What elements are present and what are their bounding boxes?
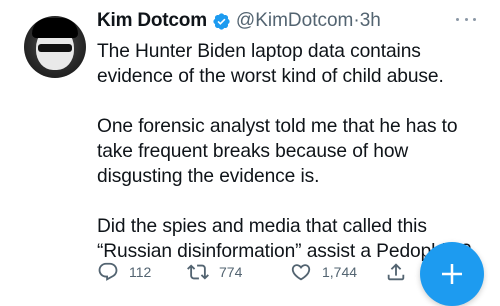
share-icon <box>387 263 405 281</box>
like-icon <box>291 264 311 281</box>
like-button[interactable]: 1,744 <box>290 259 357 285</box>
author-name[interactable]: Kim Dotcom <box>97 10 207 32</box>
avatar-glasses <box>38 44 72 52</box>
verified-badge-icon <box>213 12 230 30</box>
avatar-beanie <box>32 18 78 38</box>
compose-plus-icon <box>442 264 462 284</box>
like-count: 1,744 <box>322 264 358 280</box>
author-handle[interactable]: @KimDotcom·3h <box>236 10 381 32</box>
compose-button[interactable] <box>420 242 484 306</box>
more-dot <box>456 17 459 21</box>
reply-count: 112 <box>129 264 152 280</box>
more-dot <box>464 17 468 21</box>
retweet-button[interactable]: 774 <box>187 259 242 285</box>
author-handle-text: @KimDotcom <box>235 10 354 31</box>
more-dot <box>473 17 476 21</box>
tweet-header: Kim Dotcom @KimDotcom·3h <box>97 9 381 33</box>
avatar[interactable] <box>24 16 86 78</box>
more-icon[interactable] <box>456 10 476 28</box>
reply-button[interactable]: 112 <box>97 259 151 285</box>
retweet-icon <box>187 264 209 280</box>
tweet-time[interactable]: 3h <box>360 10 381 31</box>
share-button[interactable] <box>385 259 407 285</box>
tweet-text: The Hunter Biden laptop data contains ev… <box>97 39 493 264</box>
reply-icon <box>98 262 118 281</box>
tweet-paragraph: The Hunter Biden laptop data contains ev… <box>97 41 444 87</box>
retweet-count: 774 <box>219 264 243 280</box>
tweet-paragraph: One forensic analyst told me that he has… <box>97 116 458 187</box>
tweet[interactable]: Kim Dotcom @KimDotcom·3h The Hunter Bide… <box>0 0 500 306</box>
